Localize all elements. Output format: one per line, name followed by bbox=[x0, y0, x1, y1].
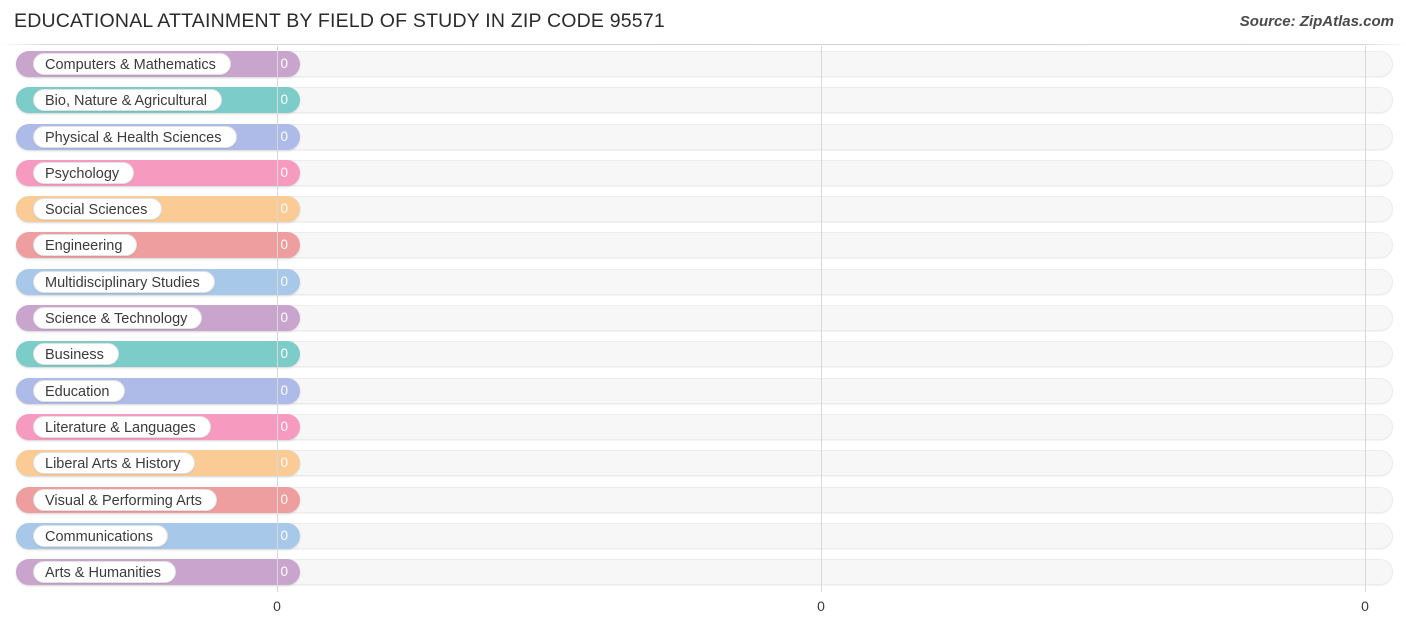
bar-category-label: Education bbox=[33, 379, 125, 402]
bar-row: Psychology 0 bbox=[0, 155, 1406, 191]
bar-category-label: Multidisciplinary Studies bbox=[33, 270, 215, 293]
bar-category-label: Bio, Nature & Agricultural bbox=[33, 89, 222, 112]
bar-category-label: Liberal Arts & History bbox=[33, 452, 196, 475]
bar-row: Engineering 0 bbox=[0, 227, 1406, 263]
bar-category-label: Communications bbox=[33, 524, 168, 547]
bar-value-label: 0 bbox=[280, 273, 288, 289]
source-attribution: Source: ZipAtlas.com bbox=[1239, 13, 1394, 30]
bar-category-label: Literature & Languages bbox=[33, 415, 211, 438]
bar-row: Business 0 bbox=[0, 336, 1406, 372]
bar-row: Science & Technology 0 bbox=[0, 300, 1406, 336]
bar-row: Education 0 bbox=[0, 373, 1406, 409]
bar-row: Visual & Performing Arts 0 bbox=[0, 482, 1406, 518]
bar-category-label: Engineering bbox=[33, 234, 138, 257]
bar-category-label: Social Sciences bbox=[33, 198, 163, 221]
bar-row: Bio, Nature & Agricultural 0 bbox=[0, 82, 1406, 118]
x-axis-tick-label: 0 bbox=[817, 598, 825, 614]
bar-value-label: 0 bbox=[280, 418, 288, 434]
bar-value-label: 0 bbox=[280, 527, 288, 543]
header-divider bbox=[0, 44, 1406, 45]
chart-plot-area: Computers & Mathematics 0 Bio, Nature & Ag… bbox=[0, 46, 1406, 592]
x-axis-tick-label: 0 bbox=[1361, 598, 1369, 614]
x-axis: 0 0 0 bbox=[0, 592, 1406, 631]
bar-value-label: 0 bbox=[280, 346, 288, 362]
bar-row: Liberal Arts & History 0 bbox=[0, 445, 1406, 481]
bar-row: Multidisciplinary Studies 0 bbox=[0, 264, 1406, 300]
bar-category-label: Psychology bbox=[33, 161, 135, 184]
bar-value-label: 0 bbox=[280, 92, 288, 108]
bar-value-label: 0 bbox=[280, 382, 288, 398]
x-axis-tick-label: 0 bbox=[273, 598, 281, 614]
bar-row: Computers & Mathematics 0 bbox=[0, 46, 1406, 82]
bar-row: Physical & Health Sciences 0 bbox=[0, 119, 1406, 155]
bar-value-label: 0 bbox=[280, 164, 288, 180]
bar-value-label: 0 bbox=[280, 491, 288, 507]
bar-value-label: 0 bbox=[280, 310, 288, 326]
bar-category-label: Physical & Health Sciences bbox=[33, 125, 237, 148]
bar-row-list: Computers & Mathematics 0 Bio, Nature & Ag… bbox=[0, 46, 1406, 590]
bar-value-label: 0 bbox=[280, 237, 288, 253]
bar-category-label: Science & Technology bbox=[33, 307, 203, 330]
bar-value-label: 0 bbox=[280, 56, 288, 71]
bar-value-label: 0 bbox=[280, 201, 288, 217]
bar-value-label: 0 bbox=[280, 564, 288, 580]
bar-value-label: 0 bbox=[280, 128, 288, 144]
gridline-1 bbox=[821, 46, 822, 592]
bar-row: Arts & Humanities 0 bbox=[0, 554, 1406, 590]
gridline-2 bbox=[1365, 46, 1366, 592]
bar-category-label: Visual & Performing Arts bbox=[33, 488, 217, 511]
bar-row: Literature & Languages 0 bbox=[0, 409, 1406, 445]
bar-category-label: Business bbox=[33, 343, 119, 366]
bar-category-label: Arts & Humanities bbox=[33, 561, 177, 584]
page-title: EDUCATIONAL ATTAINMENT BY FIELD OF STUDY… bbox=[14, 10, 665, 32]
bar-row: Communications 0 bbox=[0, 518, 1406, 554]
gridline-0 bbox=[277, 46, 278, 592]
bar-row: Social Sciences 0 bbox=[0, 191, 1406, 227]
chart-header: EDUCATIONAL ATTAINMENT BY FIELD OF STUDY… bbox=[0, 0, 1406, 45]
bar-category-label: Computers & Mathematics bbox=[33, 53, 231, 75]
bar-value-label: 0 bbox=[280, 455, 288, 471]
